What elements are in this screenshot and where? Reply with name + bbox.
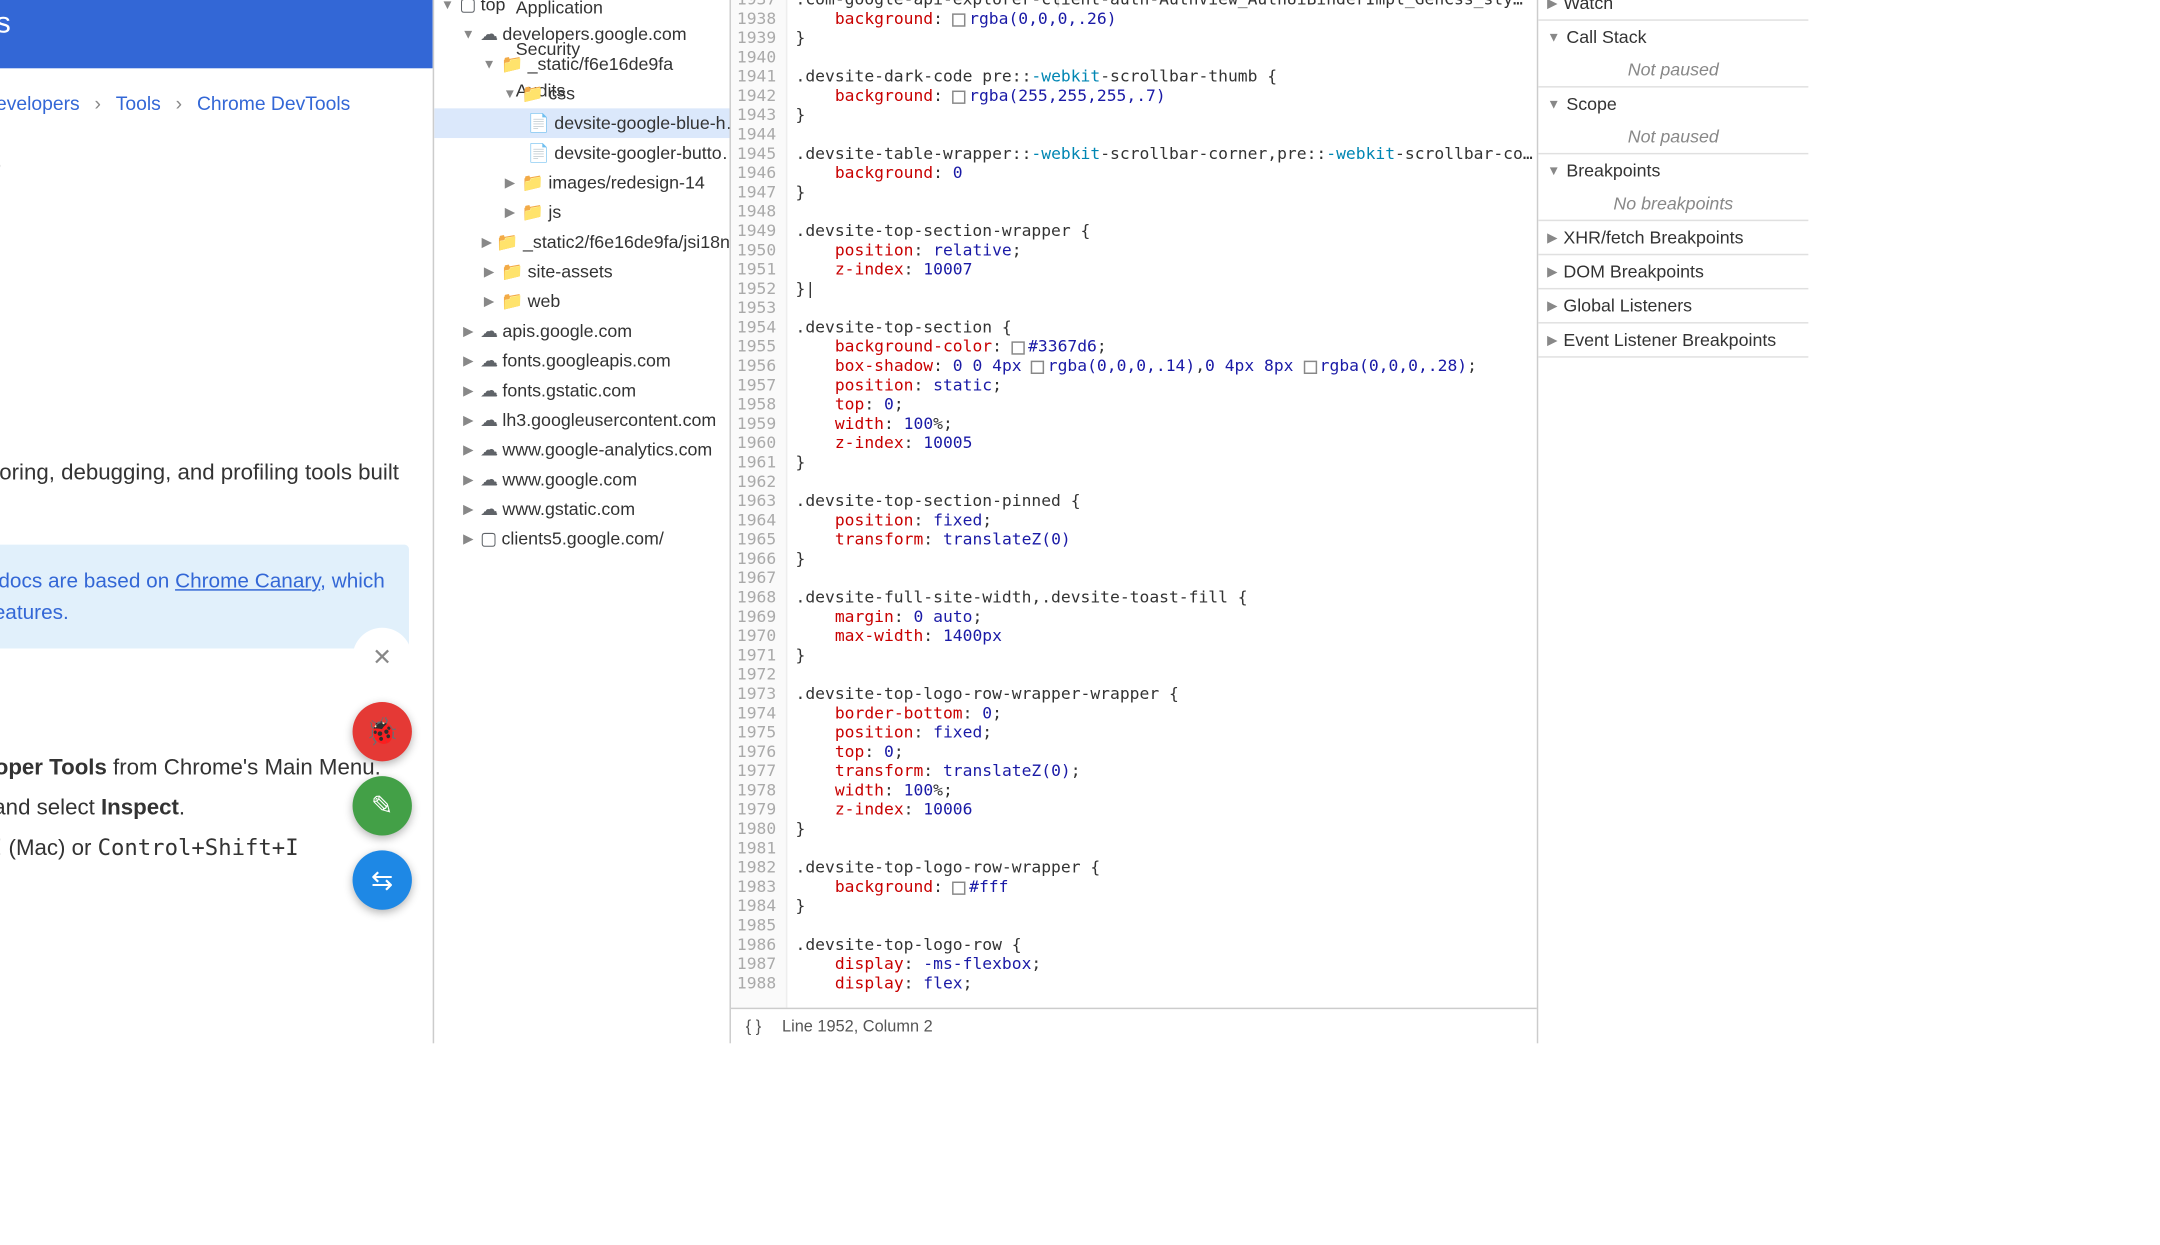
- tree-node[interactable]: ▼☁developers.google.com: [434, 19, 729, 49]
- fold-icon: 📁: [522, 202, 544, 223]
- note-callout: ★ Note: Many of the DevTools docs are ba…: [0, 545, 409, 649]
- cloud-icon: ☁: [480, 410, 498, 431]
- debug-section-dom[interactable]: ▶DOM Breakpoints: [1538, 255, 1808, 288]
- breadcrumb-sep: ›: [94, 92, 100, 114]
- tree-node[interactable]: ▶📁site-assets: [434, 257, 729, 287]
- fold-icon: 📁: [522, 83, 544, 104]
- sources-navigator: Network Filesystem » ⋮ ▼▢top▼☁developers…: [434, 0, 731, 1043]
- list-item: Select More Tools > Developer Tools from…: [0, 748, 409, 788]
- rendered-page: ☰ ✱ Web 🔍 ⋮ Tools for Web Developers Pro…: [0, 0, 434, 1043]
- debug-section-xhr[interactable]: ▶XHR/fetch Breakpoints: [1538, 221, 1808, 254]
- cloud-icon: ☁: [480, 439, 498, 460]
- note-link[interactable]: Chrome Canary: [175, 568, 320, 592]
- section-h2: Open DevTools: [0, 684, 409, 730]
- cloud-icon: ☁: [480, 350, 498, 371]
- fold-icon: 📁: [522, 172, 544, 193]
- tree-node[interactable]: ▶☁www.google-analytics.com: [434, 435, 729, 465]
- tree-node[interactable]: ▼▢top: [434, 0, 729, 19]
- editor-statusbar: { } Line 1952, Column 2: [731, 1008, 1537, 1044]
- fold-icon: 📁: [501, 53, 523, 74]
- note-text: Many of the DevTools docs are based on: [0, 568, 175, 592]
- intro-paragraph: Chrome DevTools is a set of authoring, d…: [0, 457, 409, 524]
- debug-section-global[interactable]: ▶Global Listeners: [1538, 289, 1808, 322]
- toc-item[interactable]: Discover DevTools: [0, 291, 409, 324]
- fold-icon: 📁: [501, 291, 523, 312]
- cloud-icon: ☁: [480, 321, 498, 342]
- debug-section-breakpoints[interactable]: ▼Breakpoints: [1538, 154, 1808, 187]
- debugger-pane: ⏸ ↷ ↓ ↑ → ⊘ ⏺ ▶Watch ▼Call Stack Not pau…: [1538, 0, 1808, 1043]
- cloud-icon: ☁: [480, 499, 498, 520]
- list-item: Press Command+Option+I (Mac) or Control+…: [0, 828, 409, 868]
- fab-bug-button[interactable]: 🐞: [353, 702, 412, 761]
- tree-node[interactable]: ▶☁www.google.com: [434, 465, 729, 495]
- cloud-icon: ☁: [480, 24, 498, 45]
- toc-item[interactable]: Device Mode: [0, 324, 409, 357]
- cursor-position: Line 1952, Column 2: [782, 1017, 933, 1035]
- breadcrumb-item[interactable]: Tools for Web Developers: [0, 92, 80, 114]
- tree-node[interactable]: ▶☁apis.google.com: [434, 316, 729, 346]
- code-source[interactable]: .com-google-api-explorer-client-auth-Aut…: [787, 0, 1533, 1008]
- tree-node[interactable]: ▶📁js: [434, 197, 729, 227]
- toc-item[interactable]: Elements panel: [0, 356, 409, 389]
- cloud-icon: ☁: [480, 380, 498, 401]
- list-item: Right-click a page element and select In…: [0, 788, 409, 828]
- fab-close-button[interactable]: ✕: [353, 628, 412, 687]
- toc-more-icon[interactable]: •••: [0, 389, 409, 422]
- toc-item[interactable]: Open DevTools: [0, 258, 409, 291]
- fold-icon: 📁: [501, 261, 523, 282]
- tree-node[interactable]: ▶☁fonts.gstatic.com: [434, 375, 729, 405]
- tree-node[interactable]: ▶☁lh3.googleusercontent.com: [434, 405, 729, 435]
- tree-node[interactable]: ▶📁_static2/f6e16de9fa/jsi18n…: [434, 227, 729, 257]
- tree-node[interactable]: ▶📁images/redesign-14: [434, 168, 729, 198]
- tree-node[interactable]: ▼📁css: [434, 79, 729, 109]
- toc-box: Contents ⌄ Open DevTools Discover DevToo…: [0, 209, 409, 433]
- debug-section-callstack[interactable]: ▼Call Stack: [1538, 21, 1808, 54]
- tree-node[interactable]: ▶▢clients5.google.com/: [434, 524, 729, 554]
- band-title: Tools for Web Developers: [0, 7, 11, 40]
- line-gutter: 1937193819391940194119421943194419451946…: [731, 0, 787, 1008]
- cloud-icon: ☁: [480, 469, 498, 490]
- scope-empty: Not paused: [1538, 120, 1808, 153]
- pretty-print-icon[interactable]: { }: [746, 1017, 761, 1035]
- css-icon: 📄: [528, 142, 550, 163]
- callstack-empty: Not paused: [1538, 53, 1808, 86]
- tree-node[interactable]: 📄devsite-google-blue-h…: [434, 108, 729, 138]
- breadcrumb-item[interactable]: Chrome DevTools: [197, 92, 350, 114]
- breadcrumb-item[interactable]: Tools: [116, 92, 161, 114]
- frame-icon: ▢: [480, 528, 497, 549]
- fab-sync-button[interactable]: ⇆: [353, 850, 412, 909]
- file-tree[interactable]: ▼▢top▼☁developers.google.com▼📁_static/f6…: [434, 0, 729, 1043]
- tree-node[interactable]: ▶📁web: [434, 286, 729, 316]
- steps-list: Select More Tools > Developer Tools from…: [0, 748, 409, 868]
- code-view[interactable]: 1937193819391940194119421943194419451946…: [731, 0, 1537, 1008]
- breadcrumb: Products›Web›Tools for Web Developers›To…: [0, 92, 409, 114]
- fab-column: ✕ 🐞 ✎ ⇆: [353, 628, 412, 910]
- source-editor: ▦ devsite-googler-buttons.cssdevsite-goo…: [731, 0, 1538, 1043]
- breakpoints-empty: No breakpoints: [1538, 187, 1808, 220]
- tree-node[interactable]: ▶☁fonts.googleapis.com: [434, 346, 729, 376]
- page-h1: Chrome DevTools: [0, 135, 409, 182]
- fab-edit-button[interactable]: ✎: [353, 776, 412, 835]
- css-icon: 📄: [528, 113, 550, 134]
- tree-node[interactable]: ▼📁_static/f6e16de9fa: [434, 49, 729, 79]
- fold-icon: 📁: [496, 232, 518, 253]
- breadcrumb-sep: ›: [176, 92, 182, 114]
- tree-node[interactable]: 📄devsite-googler-butto…: [434, 138, 729, 168]
- page-title-band: Tools for Web Developers: [0, 0, 433, 68]
- devtools-panel: ◧ ▭ ElementsConsoleSourcesNetworkPerform…: [434, 0, 1808, 1043]
- frame-icon: ▢: [459, 0, 476, 15]
- debug-section-watch[interactable]: ▶Watch: [1538, 0, 1808, 19]
- debug-section-eventlistener[interactable]: ▶Event Listener Breakpoints: [1538, 324, 1808, 357]
- debug-section-scope[interactable]: ▼Scope: [1538, 88, 1808, 121]
- tree-node[interactable]: ▶☁www.gstatic.com: [434, 494, 729, 524]
